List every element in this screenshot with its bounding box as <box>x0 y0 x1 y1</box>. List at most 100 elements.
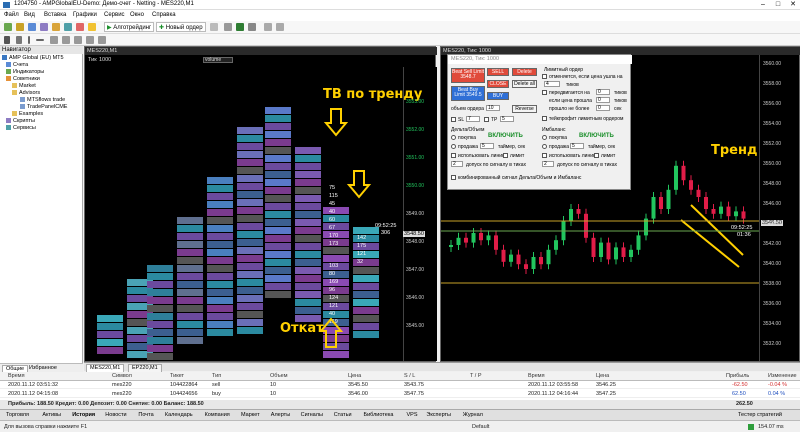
col-sl[interactable]: S / L <box>404 373 415 379</box>
text-icon[interactable] <box>86 36 94 44</box>
new-chart-icon[interactable] <box>4 23 12 31</box>
nav-item-examples[interactable]: Examples <box>12 111 43 118</box>
cursor-icon[interactable] <box>4 36 10 44</box>
menu-insert[interactable]: Вставка <box>44 12 66 18</box>
nav-item-indicators[interactable]: Индикаторы <box>6 69 44 76</box>
menu-charts[interactable]: Графики <box>73 12 97 18</box>
candles-icon[interactable] <box>236 23 244 31</box>
delta-limit-checkbox[interactable] <box>503 153 508 158</box>
delta-line-checkbox[interactable] <box>451 153 456 158</box>
buy-tick-icon[interactable] <box>210 23 218 31</box>
fibo-icon[interactable] <box>74 36 82 44</box>
delta-allow-input[interactable]: 2 <box>451 161 463 167</box>
terminal-tab[interactable]: Статьи <box>334 412 352 418</box>
terminal-tab[interactable]: Маркет <box>241 412 260 418</box>
delete-button[interactable]: Delete <box>512 68 537 76</box>
vline-icon[interactable] <box>28 36 30 44</box>
tester-tab[interactable]: Тестер стратегий <box>738 412 782 418</box>
sell-limit-button[interactable]: Beat Sell Limit 3548.7 <box>451 68 485 83</box>
minimize-button[interactable]: – <box>756 0 770 10</box>
nav-item-broker[interactable]: AMP Global (EU) MT5 <box>2 55 64 62</box>
col-type[interactable]: Тип <box>212 373 221 379</box>
if-price-input[interactable]: 0 <box>596 97 610 103</box>
imb-buy-radio[interactable] <box>542 135 547 140</box>
tester-icon[interactable] <box>76 23 84 31</box>
tp-checkbox[interactable] <box>484 117 489 122</box>
zoom-out-icon[interactable] <box>276 23 284 31</box>
new-order-button[interactable]: ✚ Новый ордер <box>156 22 206 32</box>
market-watch-icon[interactable] <box>28 23 36 31</box>
delta-buy-radio[interactable] <box>451 135 456 140</box>
terminal-tab[interactable]: История <box>72 412 95 418</box>
terminal-tab[interactable]: Календарь <box>165 412 193 418</box>
imb-value-input[interactable]: 5 <box>570 143 584 149</box>
nav-item-accounts[interactable]: Счета <box>6 62 28 69</box>
sl-checkbox[interactable] <box>451 117 456 122</box>
menu-file[interactable]: Файл <box>4 12 19 18</box>
col-price[interactable]: Цена <box>348 373 361 379</box>
cancel-checkbox[interactable] <box>542 74 547 79</box>
channel-icon[interactable] <box>62 36 70 44</box>
close-position-button[interactable]: CLOSE <box>487 80 509 88</box>
trendline-icon[interactable] <box>50 36 58 44</box>
col-symbol[interactable]: Символ <box>112 373 132 379</box>
cancel-input[interactable]: 4 <box>544 81 560 87</box>
zoom-in-icon[interactable] <box>264 23 272 31</box>
col-volume[interactable]: Объем <box>270 373 288 379</box>
move-input[interactable]: 0 <box>596 89 610 95</box>
terminal-icon[interactable] <box>64 23 72 31</box>
nav-item-tradepanel[interactable]: TradePanelCME <box>20 104 67 111</box>
delta-sell-radio[interactable] <box>451 144 456 149</box>
hline-icon[interactable] <box>36 39 44 41</box>
if-not-input[interactable]: 0 <box>596 105 610 111</box>
menu-view[interactable]: Вид <box>24 12 35 18</box>
sl-input[interactable]: 7 <box>466 116 480 122</box>
table-row[interactable]: 2020.11.12 03:51:32 mes220 104422864 sell 10… <box>0 381 800 389</box>
nav-item-services[interactable]: Сервисы <box>6 125 36 132</box>
sell-button[interactable]: SELL <box>487 68 509 76</box>
menu-help[interactable]: Справка <box>152 12 176 18</box>
col-change[interactable]: Изменение <box>768 373 797 379</box>
buy-button[interactable]: BUY <box>487 92 509 100</box>
nav-item-advisors[interactable]: Advisors <box>12 90 40 97</box>
reverse-button[interactable]: Reverse <box>512 105 537 113</box>
crosshair-icon[interactable] <box>16 36 22 44</box>
imb-limit-checkbox[interactable] <box>594 153 599 158</box>
algo-trading-button[interactable]: ▶ Алготрейдинг <box>104 22 155 32</box>
cluster-chart[interactable]: MES220,M1 Тик 1000 volume 75 115 45 40 60 67 1… <box>84 46 437 362</box>
maximize-button[interactable]: □ <box>771 0 785 10</box>
col-tp[interactable]: T / P <box>470 373 482 379</box>
move-checkbox[interactable] <box>542 90 547 95</box>
combined-checkbox[interactable] <box>451 175 456 180</box>
terminal-tab[interactable]: Торговля <box>6 412 29 418</box>
navigator-icon[interactable] <box>52 23 60 31</box>
bar-chart-icon[interactable] <box>224 23 232 31</box>
nav-item-experts[interactable]: Советники <box>6 76 40 83</box>
buy-limit-button[interactable]: Beat Buy Limit 3549.5 <box>451 86 485 101</box>
delta-value-input[interactable]: 5 <box>480 143 494 149</box>
terminal-tab[interactable]: Алерты <box>271 412 290 418</box>
delete-all-button[interactable]: Delete all <box>512 80 537 88</box>
close-button[interactable]: ✕ <box>786 0 800 10</box>
terminal-tab[interactable]: Эксперты <box>426 412 451 418</box>
lot-input[interactable]: 10 <box>486 105 500 111</box>
ide-icon[interactable] <box>88 23 96 31</box>
menu-tools[interactable]: Сервис <box>104 12 125 18</box>
col-profit[interactable]: Прибыль <box>726 373 749 379</box>
trail-checkbox[interactable] <box>542 116 547 121</box>
imb-line-checkbox[interactable] <box>542 153 547 158</box>
terminal-tab[interactable]: Журнал <box>463 412 483 418</box>
nav-item-scripts[interactable]: Скрипты <box>6 118 35 125</box>
terminal-tab[interactable]: VPS <box>407 412 418 418</box>
imb-sell-radio[interactable] <box>542 144 547 149</box>
table-row[interactable]: 2020.11.12 04:15:08 mes220 104424656 buy 10 3… <box>0 390 800 398</box>
nav-item-market[interactable]: Market <box>12 83 36 90</box>
tp-input[interactable]: 5 <box>500 116 514 122</box>
col-close-time[interactable]: Время <box>528 373 545 379</box>
delta-enable-button[interactable]: ВКЛЮЧИТЬ <box>488 133 523 139</box>
terminal-tab[interactable]: Библиотека <box>364 412 394 418</box>
tab-favorites[interactable]: Избранное <box>26 365 60 372</box>
terminal-tab[interactable]: Новости <box>105 412 126 418</box>
imb-allow-input[interactable]: 2 <box>542 161 554 167</box>
menu-window[interactable]: Окно <box>130 12 144 18</box>
